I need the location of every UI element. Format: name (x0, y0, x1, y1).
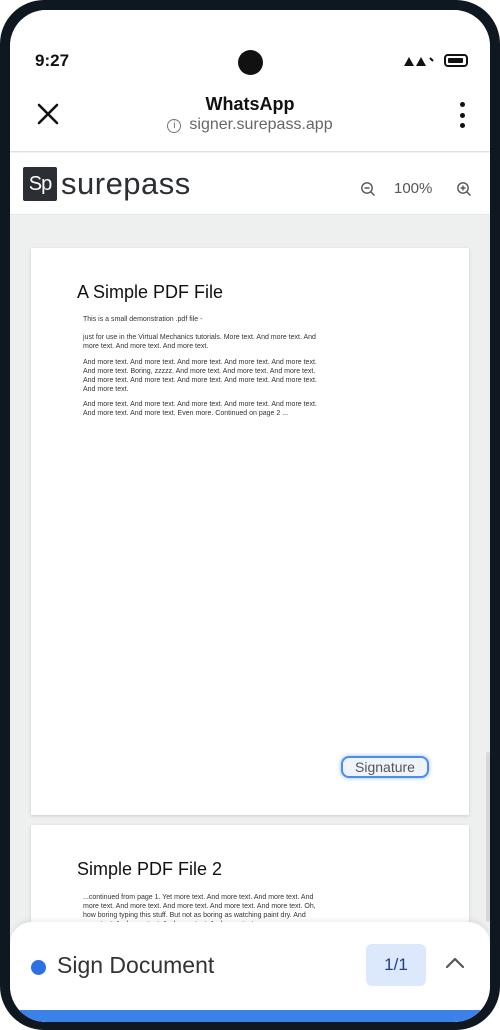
zoom-out-icon[interactable] (360, 181, 376, 197)
pdf-paragraph: And more text. And more text. And more t… (83, 401, 317, 417)
surepass-logo: Sp surepass (23, 166, 191, 202)
zoom-level: 100% (394, 180, 433, 197)
screen: 9:27 WhatsApp i signer.surepass.app Sp su… (10, 10, 490, 1022)
status-dot (31, 960, 46, 975)
info-icon[interactable]: i (167, 119, 182, 133)
chevron-up-icon[interactable] (444, 952, 466, 974)
system-icons (404, 54, 468, 67)
scrollbar[interactable] (486, 752, 490, 922)
pdf-paragraph: And more text. And more text. And more t… (83, 359, 317, 393)
signal-icon (404, 56, 434, 66)
pdf-paragraph: This is a small demonstration .pdf file … (83, 316, 203, 323)
browser-app-bar: WhatsApp i signer.surepass.app (10, 90, 490, 152)
signature-field[interactable]: Signature (341, 756, 429, 778)
sign-document-label[interactable]: Sign Document (57, 952, 214, 979)
camera-cutout (238, 50, 263, 75)
pdf-heading: A Simple PDF File (77, 282, 224, 302)
pdf-paragraph: just for use in the Virtual Mechanics tu… (83, 334, 316, 350)
pdf-page-1: A Simple PDF File This is a small demons… (31, 248, 469, 815)
document-viewer[interactable]: A Simple PDF File This is a small demons… (10, 216, 490, 931)
pdf-page-2: Simple PDF File 2 ...continued from page… (31, 825, 469, 931)
url-bar[interactable]: i signer.surepass.app (10, 116, 490, 134)
phone-frame: 9:27 WhatsApp i signer.surepass.app Sp su… (0, 0, 500, 1030)
battery-icon (444, 54, 468, 67)
sign-button[interactable] (10, 1010, 490, 1022)
zoom-in-icon[interactable] (456, 181, 472, 197)
status-time: 9:27 (35, 51, 70, 70)
sign-panel: Sign Document 1/1 (10, 922, 490, 1022)
url-text: signer.surepass.app (189, 116, 333, 133)
page-indicator: 1/1 (366, 944, 426, 986)
logo-text: surepass (61, 166, 191, 201)
page-title: WhatsApp (205, 94, 295, 114)
more-vert-icon[interactable] (456, 102, 468, 128)
logo-mark: Sp (23, 167, 57, 201)
status-bar: 9:27 (10, 10, 490, 90)
pdf-heading: Simple PDF File 2 (77, 859, 223, 879)
viewer-toolbar: Sp surepass 100% (10, 153, 490, 215)
